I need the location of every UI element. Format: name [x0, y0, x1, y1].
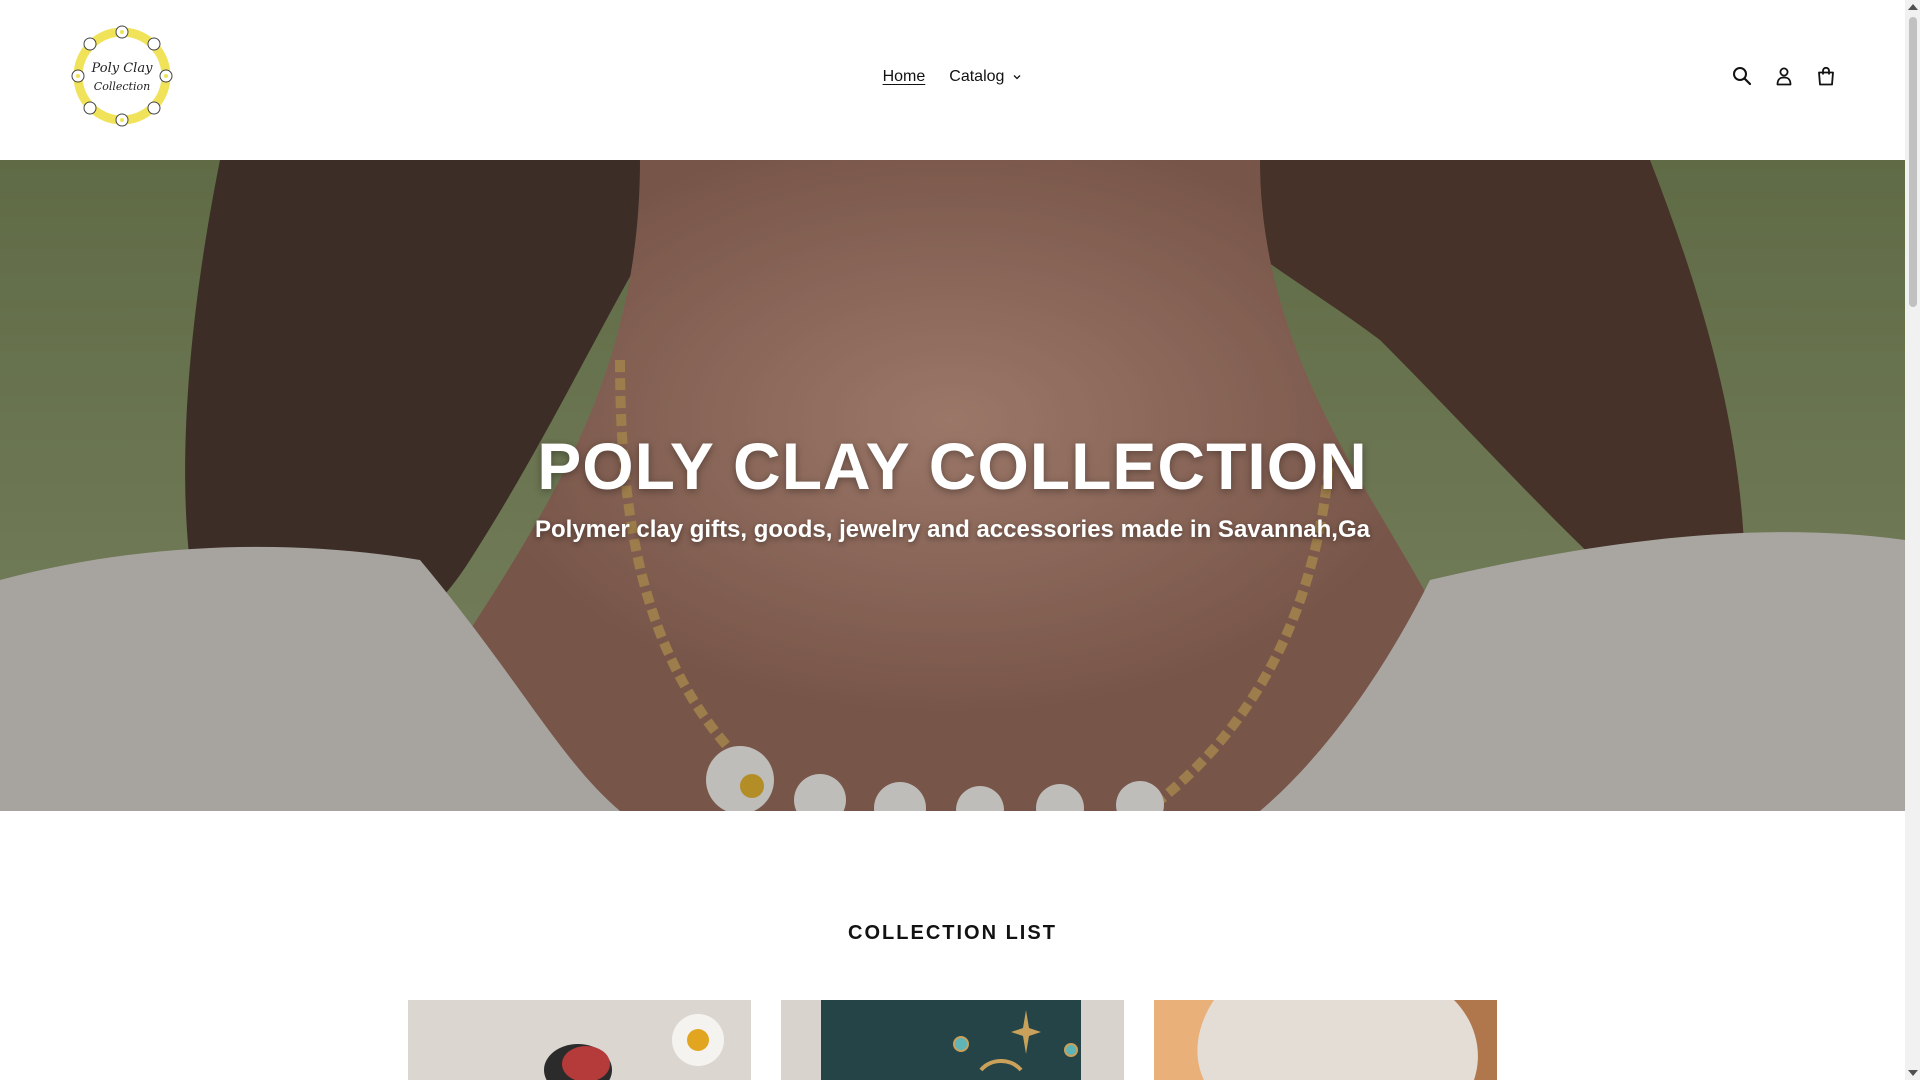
hero-title: POLY CLAY COLLECTION — [537, 429, 1368, 503]
scrollbar-thumb[interactable] — [1909, 17, 1917, 307]
hero-subtitle: Polymer clay gifts, goods, jewelry and a… — [534, 516, 1370, 543]
nav-home-link[interactable]: Home — [883, 68, 926, 86]
collection-card-image — [781, 1000, 1124, 1080]
site-header: Poly Clay Collection Home Catalog — [0, 0, 1905, 160]
header-icons — [1732, 66, 1836, 86]
collection-cards — [408, 1000, 1497, 1080]
nav-catalog-label: Catalog — [949, 68, 1005, 85]
collection-card-image — [1154, 1000, 1497, 1080]
hero-banner: POLY CLAY COLLECTION Polymer clay gifts,… — [0, 160, 1905, 811]
hero-text: POLY CLAY COLLECTION Polymer clay gifts,… — [0, 428, 1905, 544]
collection-list-heading: COLLECTION LIST — [848, 922, 1057, 944]
cart-icon[interactable] — [1816, 66, 1836, 86]
page-scrollbar[interactable] — [1905, 0, 1920, 1080]
collection-card[interactable] — [1154, 1000, 1497, 1080]
collection-card[interactable] — [408, 1000, 751, 1080]
nav-catalog-dropdown[interactable]: Catalog — [949, 68, 1022, 86]
collection-card[interactable] — [781, 1000, 1124, 1080]
chevron-down-icon — [1013, 75, 1021, 80]
scroll-up-arrow-icon[interactable] — [1908, 4, 1918, 10]
search-icon[interactable] — [1732, 66, 1752, 86]
account-icon[interactable] — [1774, 66, 1794, 86]
main-nav: Home Catalog — [0, 68, 1905, 86]
collection-card-image — [408, 1000, 751, 1080]
scroll-down-arrow-icon[interactable] — [1908, 1070, 1918, 1076]
